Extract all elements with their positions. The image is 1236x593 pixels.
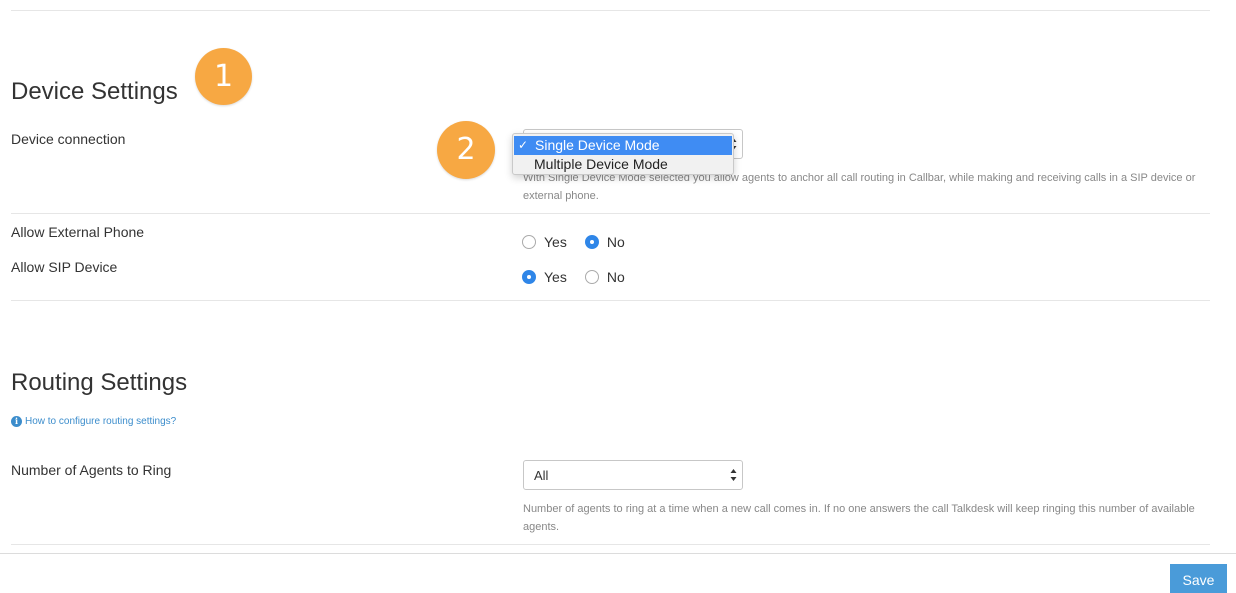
allow-external-phone-radio-group: Yes No [522, 234, 643, 250]
divider [11, 300, 1210, 301]
divider [11, 213, 1210, 214]
sip-device-yes-radio[interactable] [522, 270, 536, 284]
agents-to-ring-label: Number of Agents to Ring [11, 462, 172, 478]
select-arrows-icon [730, 469, 737, 481]
routing-settings-title: Routing Settings [11, 369, 188, 396]
sip-device-no-radio[interactable] [584, 270, 599, 284]
radio-label-yes: Yes [544, 269, 567, 285]
divider [11, 544, 1210, 545]
agents-to-ring-select[interactable]: All [523, 460, 743, 490]
option-multiple-device-mode[interactable]: Multiple Device Mode [513, 155, 733, 174]
allow-external-phone-label: Allow External Phone [11, 224, 145, 240]
device-settings-title: Device Settings [11, 78, 178, 105]
radio-label-no: No [606, 269, 625, 285]
info-icon: i [11, 416, 22, 427]
routing-help-link[interactable]: i How to configure routing settings? [11, 416, 176, 427]
step-badge-2: 2 [437, 121, 495, 179]
option-label: Single Device Mode [535, 137, 660, 153]
option-single-device-mode[interactable]: ✓ Single Device Mode [514, 136, 732, 155]
footer-divider [0, 553, 1236, 554]
device-connection-dropdown: ✓ Single Device Mode Multiple Device Mod… [512, 133, 734, 175]
step-badge-1: 1 [195, 48, 252, 105]
external-phone-yes-radio[interactable] [522, 235, 536, 249]
top-divider [11, 10, 1210, 11]
external-phone-no-radio[interactable] [584, 235, 599, 249]
allow-sip-device-radio-group: Yes No [522, 269, 643, 285]
radio-label-yes: Yes [544, 234, 567, 250]
radio-label-no: No [606, 234, 625, 250]
agents-to-ring-value: All [534, 468, 549, 483]
checkmark-icon: ✓ [518, 138, 529, 152]
allow-sip-device-label: Allow SIP Device [11, 259, 118, 275]
routing-help-link-text: How to configure routing settings? [25, 416, 177, 427]
device-connection-label: Device connection [11, 131, 126, 147]
save-button[interactable]: Save [1170, 564, 1227, 593]
option-label: Multiple Device Mode [534, 156, 668, 172]
agents-to-ring-help: Number of agents to ring at a time when … [523, 503, 1195, 533]
